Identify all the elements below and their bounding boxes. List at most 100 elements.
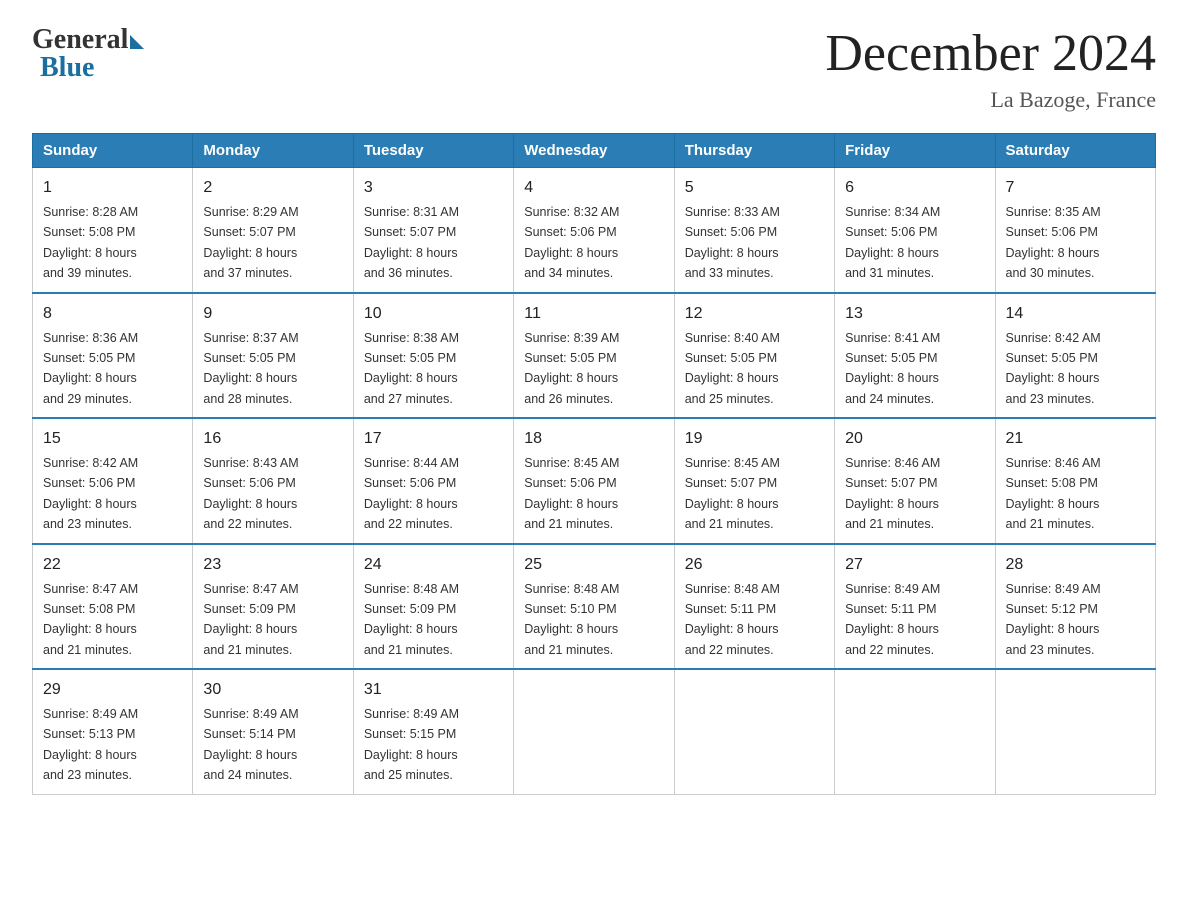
calendar-cell: 19Sunrise: 8:45 AMSunset: 5:07 PMDayligh… — [674, 418, 834, 544]
day-number: 13 — [845, 302, 984, 326]
day-info: Sunrise: 8:45 AMSunset: 5:07 PMDaylight:… — [685, 456, 780, 531]
day-number: 10 — [364, 302, 503, 326]
day-number: 4 — [524, 176, 663, 200]
day-number: 14 — [1006, 302, 1145, 326]
calendar-cell: 21Sunrise: 8:46 AMSunset: 5:08 PMDayligh… — [995, 418, 1155, 544]
day-info: Sunrise: 8:49 AMSunset: 5:13 PMDaylight:… — [43, 707, 138, 782]
day-info: Sunrise: 8:47 AMSunset: 5:08 PMDaylight:… — [43, 582, 138, 657]
day-info: Sunrise: 8:29 AMSunset: 5:07 PMDaylight:… — [203, 205, 298, 280]
day-number: 20 — [845, 427, 984, 451]
calendar-cell: 29 Sunrise: 8:49 AMSunset: 5:13 PMDayligh… — [33, 669, 193, 794]
calendar-cell: 13 Sunrise: 8:41 AMSunset: 5:05 PMDayligh… — [835, 293, 995, 419]
day-info: Sunrise: 8:48 AMSunset: 5:10 PMDaylight:… — [524, 582, 619, 657]
day-number: 30 — [203, 678, 342, 702]
logo-blue-text: Blue — [40, 52, 94, 84]
day-number: 5 — [685, 176, 824, 200]
day-number: 27 — [845, 553, 984, 577]
day-info: Sunrise: 8:44 AMSunset: 5:06 PMDaylight:… — [364, 456, 459, 531]
calendar-cell: 2 Sunrise: 8:29 AMSunset: 5:07 PMDaylight… — [193, 168, 353, 293]
calendar-cell: 10 Sunrise: 8:38 AMSunset: 5:05 PMDayligh… — [353, 293, 513, 419]
logo: General Blue — [32, 24, 144, 84]
calendar-cell: 23 Sunrise: 8:47 AMSunset: 5:09 PMDayligh… — [193, 544, 353, 670]
day-info: Sunrise: 8:42 AMSunset: 5:05 PMDaylight:… — [1006, 331, 1101, 406]
calendar-cell: 17 Sunrise: 8:44 AMSunset: 5:06 PMDayligh… — [353, 418, 513, 544]
day-number: 18 — [524, 427, 663, 451]
day-info: Sunrise: 8:41 AMSunset: 5:05 PMDaylight:… — [845, 331, 940, 406]
day-number: 15 — [43, 427, 182, 451]
day-info: Sunrise: 8:31 AMSunset: 5:07 PMDaylight:… — [364, 205, 459, 280]
day-info: Sunrise: 8:40 AMSunset: 5:05 PMDaylight:… — [685, 331, 780, 406]
day-number: 29 — [43, 678, 182, 702]
day-info: Sunrise: 8:38 AMSunset: 5:05 PMDaylight:… — [364, 331, 459, 406]
calendar-cell — [674, 669, 834, 794]
calendar-cell: 1 Sunrise: 8:28 AMSunset: 5:08 PMDaylight… — [33, 168, 193, 293]
day-number: 8 — [43, 302, 182, 326]
day-number: 26 — [685, 553, 824, 577]
day-info: Sunrise: 8:28 AMSunset: 5:08 PMDaylight:… — [43, 205, 138, 280]
calendar-cell — [995, 669, 1155, 794]
calendar-cell: 5Sunrise: 8:33 AMSunset: 5:06 PMDaylight… — [674, 168, 834, 293]
page-header: General Blue December 2024 La Bazoge, Fr… — [32, 24, 1156, 113]
day-number: 1 — [43, 176, 182, 200]
calendar-cell — [514, 669, 674, 794]
calendar-cell: 25 Sunrise: 8:48 AMSunset: 5:10 PMDayligh… — [514, 544, 674, 670]
calendar-title: December 2024 — [825, 24, 1156, 83]
header-friday: Friday — [835, 134, 995, 168]
header-saturday: Saturday — [995, 134, 1155, 168]
day-info: Sunrise: 8:32 AMSunset: 5:06 PMDaylight:… — [524, 205, 619, 280]
calendar-cell: 16Sunrise: 8:43 AMSunset: 5:06 PMDayligh… — [193, 418, 353, 544]
calendar-header-row: SundayMondayTuesdayWednesdayThursdayFrid… — [33, 134, 1156, 168]
calendar-cell: 28 Sunrise: 8:49 AMSunset: 5:12 PMDayligh… — [995, 544, 1155, 670]
header-tuesday: Tuesday — [353, 134, 513, 168]
calendar-cell: 4 Sunrise: 8:32 AMSunset: 5:06 PMDaylight… — [514, 168, 674, 293]
calendar-cell — [835, 669, 995, 794]
day-info: Sunrise: 8:34 AMSunset: 5:06 PMDaylight:… — [845, 205, 940, 280]
calendar-cell: 24 Sunrise: 8:48 AMSunset: 5:09 PMDayligh… — [353, 544, 513, 670]
day-info: Sunrise: 8:42 AMSunset: 5:06 PMDaylight:… — [43, 456, 138, 531]
day-info: Sunrise: 8:36 AMSunset: 5:05 PMDaylight:… — [43, 331, 138, 406]
day-info: Sunrise: 8:49 AMSunset: 5:12 PMDaylight:… — [1006, 582, 1101, 657]
calendar-cell: 26 Sunrise: 8:48 AMSunset: 5:11 PMDayligh… — [674, 544, 834, 670]
day-number: 25 — [524, 553, 663, 577]
day-info: Sunrise: 8:49 AMSunset: 5:11 PMDaylight:… — [845, 582, 940, 657]
day-info: Sunrise: 8:39 AMSunset: 5:05 PMDaylight:… — [524, 331, 619, 406]
calendar-week-row: 1 Sunrise: 8:28 AMSunset: 5:08 PMDaylight… — [33, 168, 1156, 293]
day-number: 16 — [203, 427, 342, 451]
header-sunday: Sunday — [33, 134, 193, 168]
calendar-cell: 31Sunrise: 8:49 AMSunset: 5:15 PMDayligh… — [353, 669, 513, 794]
logo-arrow-icon — [130, 35, 144, 49]
calendar-cell: 12 Sunrise: 8:40 AMSunset: 5:05 PMDayligh… — [674, 293, 834, 419]
day-number: 23 — [203, 553, 342, 577]
day-info: Sunrise: 8:47 AMSunset: 5:09 PMDaylight:… — [203, 582, 298, 657]
day-info: Sunrise: 8:37 AMSunset: 5:05 PMDaylight:… — [203, 331, 298, 406]
calendar-cell: 8 Sunrise: 8:36 AMSunset: 5:05 PMDaylight… — [33, 293, 193, 419]
day-number: 11 — [524, 302, 663, 326]
day-number: 12 — [685, 302, 824, 326]
day-number: 24 — [364, 553, 503, 577]
day-info: Sunrise: 8:48 AMSunset: 5:09 PMDaylight:… — [364, 582, 459, 657]
calendar-cell: 3Sunrise: 8:31 AMSunset: 5:07 PMDaylight… — [353, 168, 513, 293]
header-thursday: Thursday — [674, 134, 834, 168]
calendar-week-row: 29 Sunrise: 8:49 AMSunset: 5:13 PMDayligh… — [33, 669, 1156, 794]
calendar-cell: 20Sunrise: 8:46 AMSunset: 5:07 PMDayligh… — [835, 418, 995, 544]
header-monday: Monday — [193, 134, 353, 168]
day-number: 28 — [1006, 553, 1145, 577]
day-number: 17 — [364, 427, 503, 451]
calendar-cell: 11 Sunrise: 8:39 AMSunset: 5:05 PMDayligh… — [514, 293, 674, 419]
day-number: 22 — [43, 553, 182, 577]
day-info: Sunrise: 8:45 AMSunset: 5:06 PMDaylight:… — [524, 456, 619, 531]
day-info: Sunrise: 8:49 AMSunset: 5:14 PMDaylight:… — [203, 707, 298, 782]
day-number: 2 — [203, 176, 342, 200]
calendar-table: SundayMondayTuesdayWednesdayThursdayFrid… — [32, 133, 1156, 795]
day-number: 21 — [1006, 427, 1145, 451]
day-info: Sunrise: 8:35 AMSunset: 5:06 PMDaylight:… — [1006, 205, 1101, 280]
calendar-cell: 30 Sunrise: 8:49 AMSunset: 5:14 PMDayligh… — [193, 669, 353, 794]
day-info: Sunrise: 8:49 AMSunset: 5:15 PMDaylight:… — [364, 707, 459, 782]
calendar-cell: 15 Sunrise: 8:42 AMSunset: 5:06 PMDayligh… — [33, 418, 193, 544]
calendar-cell: 6Sunrise: 8:34 AMSunset: 5:06 PMDaylight… — [835, 168, 995, 293]
calendar-subtitle: La Bazoge, France — [825, 87, 1156, 113]
day-info: Sunrise: 8:48 AMSunset: 5:11 PMDaylight:… — [685, 582, 780, 657]
calendar-week-row: 15 Sunrise: 8:42 AMSunset: 5:06 PMDayligh… — [33, 418, 1156, 544]
calendar-cell: 9 Sunrise: 8:37 AMSunset: 5:05 PMDaylight… — [193, 293, 353, 419]
day-number: 9 — [203, 302, 342, 326]
